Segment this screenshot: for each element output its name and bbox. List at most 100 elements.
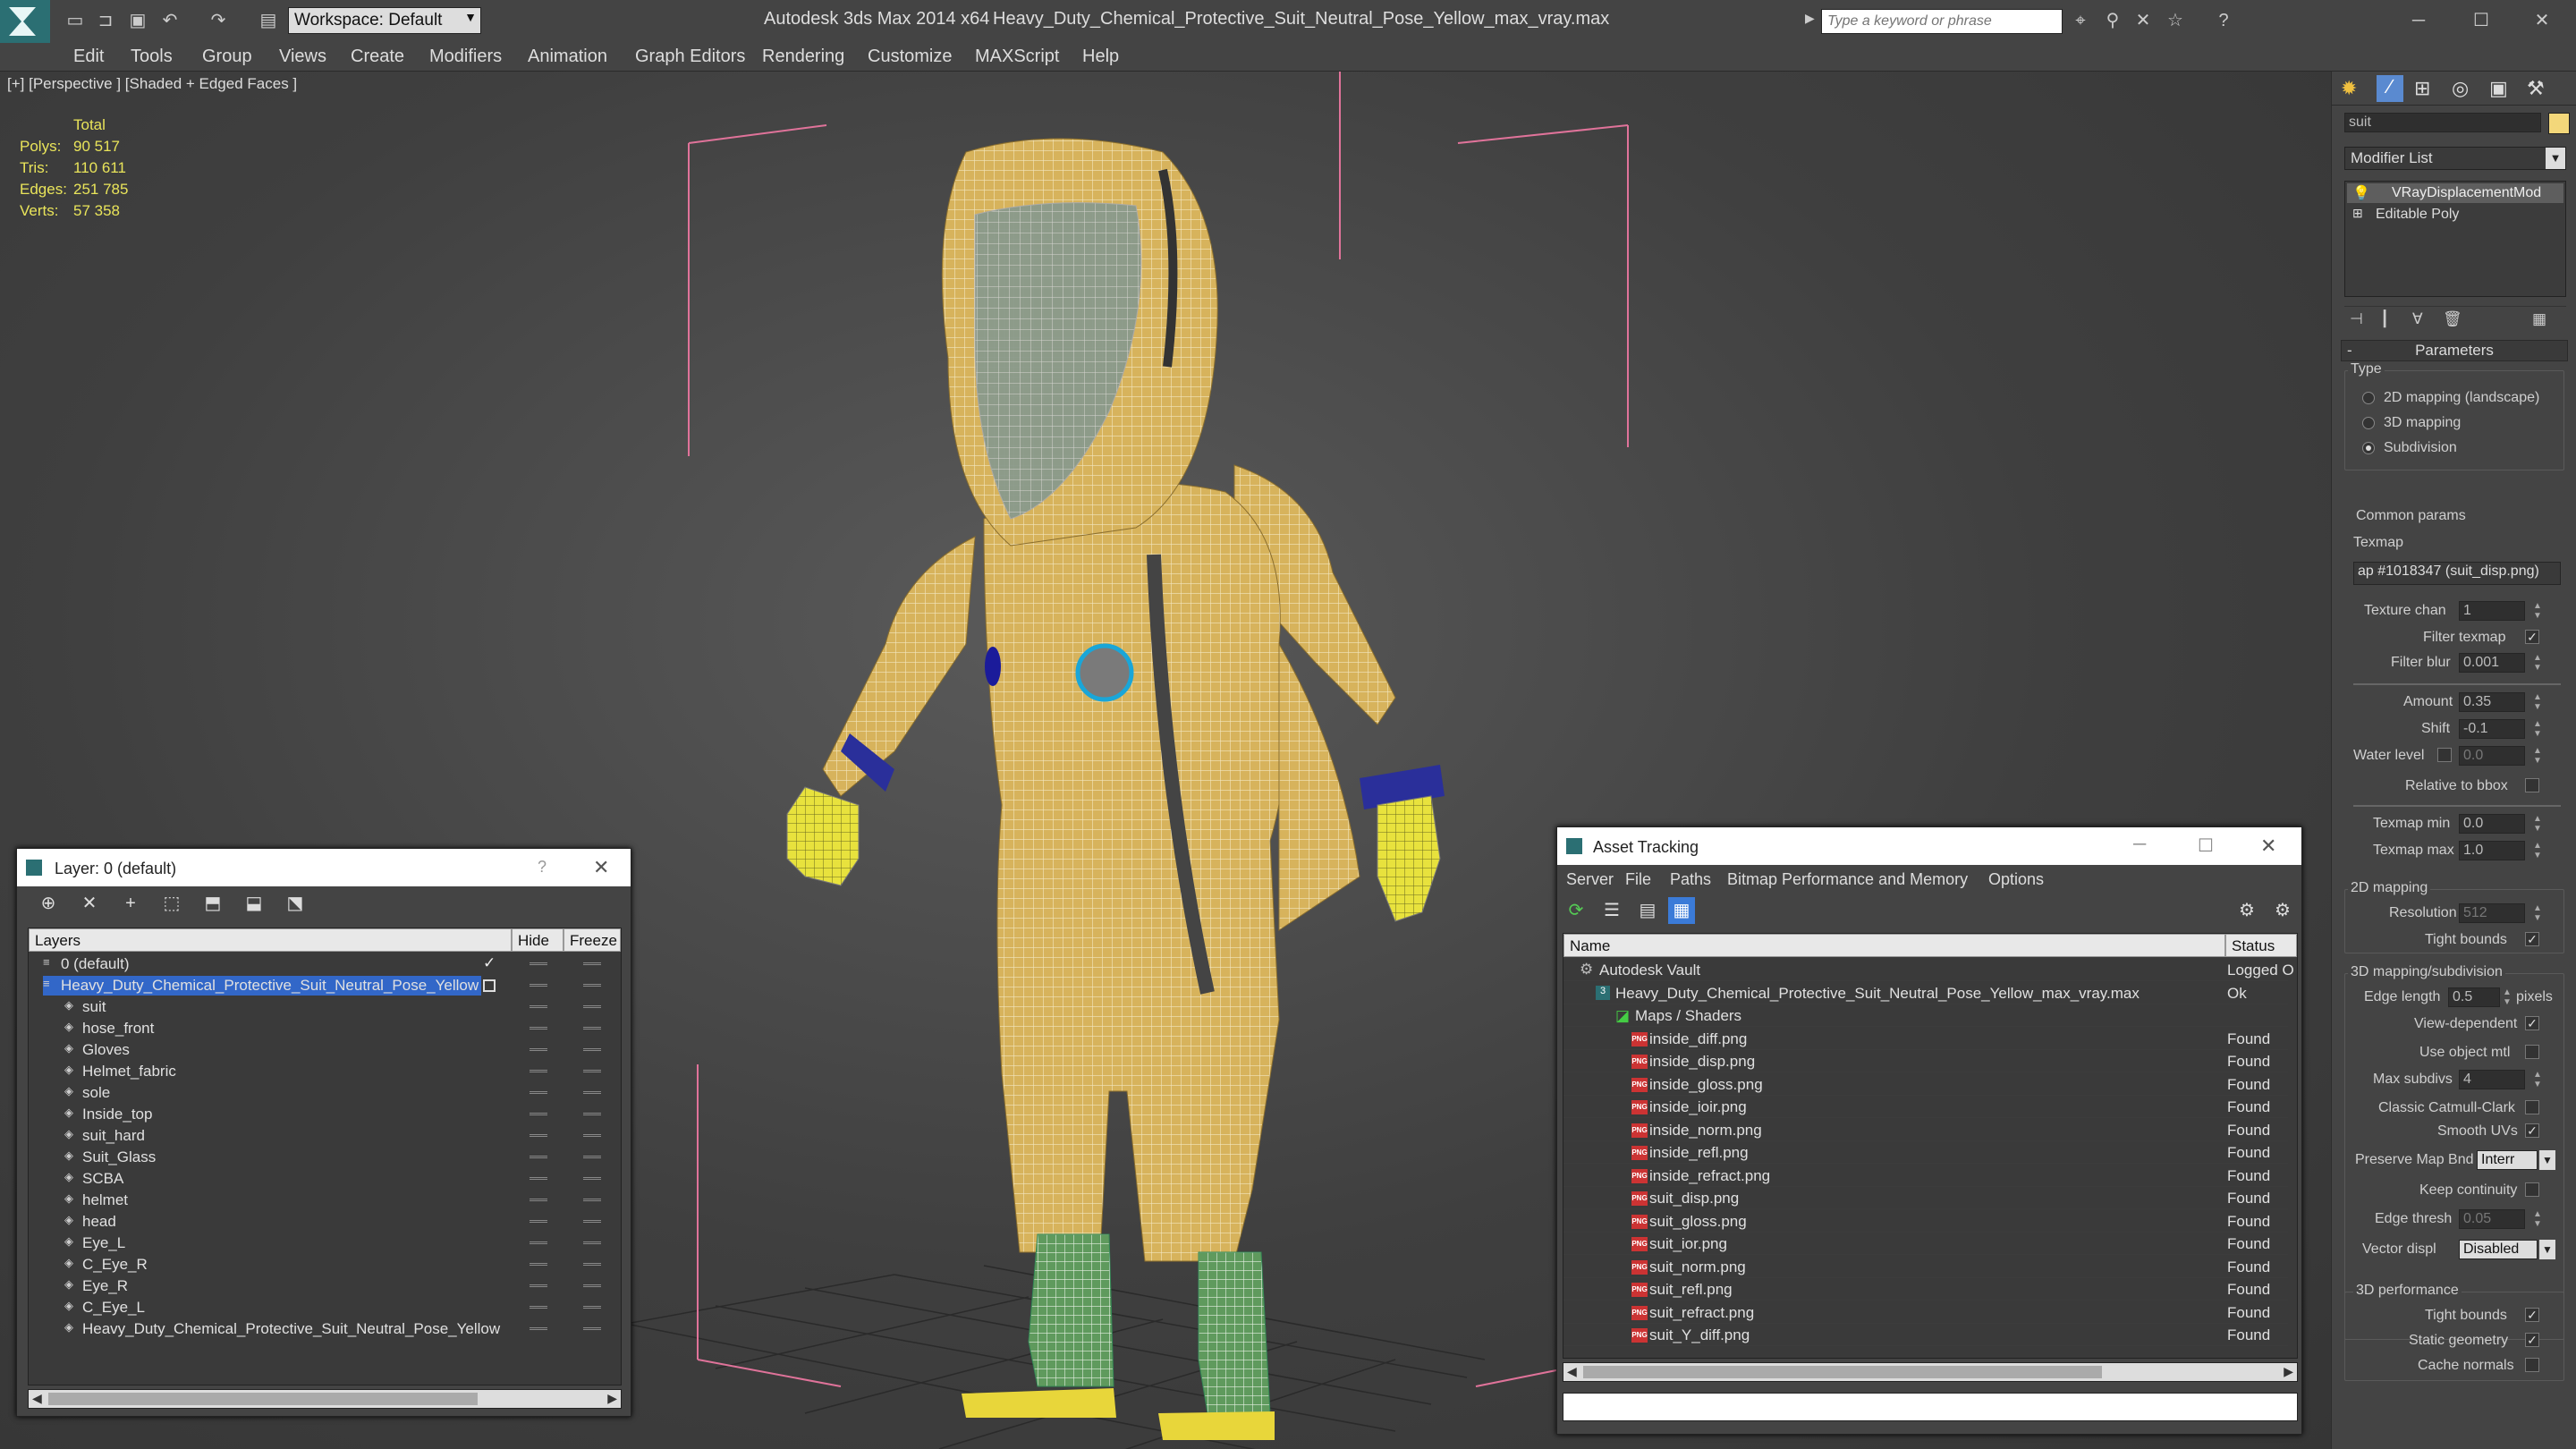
asset-window-titlebar[interactable]: Asset Tracking ─ ☐ ✕: [1557, 827, 2301, 865]
workspace-dropdown[interactable]: Workspace: Default ▼: [288, 7, 481, 34]
freeze-toggle[interactable]: [583, 1263, 601, 1266]
highlight-layer-icon[interactable]: ⬒: [199, 890, 226, 917]
hide-toggle[interactable]: [530, 1005, 547, 1008]
menu-help[interactable]: Help: [1082, 47, 1119, 67]
cache-normals-checkbox[interactable]: [2525, 1358, 2539, 1372]
create-layer-icon[interactable]: ⊕: [35, 890, 62, 917]
vector-displ-dropdown[interactable]: Disabled: [2459, 1240, 2538, 1259]
freeze-toggle[interactable]: [583, 1241, 601, 1244]
shift-field[interactable]: -0.1: [2459, 719, 2525, 739]
search-input[interactable]: [1821, 9, 2063, 34]
object-name-field[interactable]: suit: [2344, 113, 2541, 132]
motion-tab-icon[interactable]: ◎: [2452, 77, 2469, 100]
asset-row[interactable]: PNG suit_refl.png Found: [1563, 1278, 2288, 1301]
layer-row[interactable]: ◈ suit_hard: [29, 1125, 621, 1147]
freeze-toggle[interactable]: [583, 1048, 601, 1051]
view-dependent-checkbox[interactable]: ✓: [2525, 1016, 2539, 1030]
menu-animation[interactable]: Animation: [528, 47, 607, 67]
amount-field[interactable]: 0.35: [2459, 692, 2525, 712]
menu-edit[interactable]: Edit: [73, 47, 104, 67]
minimize-icon[interactable]: ─: [2133, 835, 2146, 855]
new-file-icon[interactable]: ▭: [64, 11, 86, 30]
max-subdivs-field[interactable]: 4: [2459, 1070, 2525, 1089]
hide-toggle[interactable]: [530, 1113, 547, 1115]
asset-menu-file[interactable]: File: [1625, 870, 1651, 889]
hide-toggle[interactable]: [530, 1220, 547, 1223]
edge-thresh-spinner[interactable]: ▲ ▼: [2532, 1209, 2543, 1229]
current-layer-check-icon[interactable]: ✓: [483, 954, 496, 972]
asset-row[interactable]: PNG suit_Y_diff.png Found: [1563, 1324, 2288, 1346]
freeze-toggle[interactable]: [583, 1091, 601, 1094]
water-level-spinner[interactable]: ▲ ▼: [2532, 746, 2543, 766]
asset-row[interactable]: PNG inside_refl.png Found: [1563, 1141, 2288, 1164]
asset-row[interactable]: PNG inside_diff.png Found: [1563, 1028, 2288, 1050]
asset-menu-server[interactable]: Server: [1566, 870, 1614, 889]
hide-toggle[interactable]: [530, 1241, 547, 1244]
freeze-toggle[interactable]: [583, 1284, 601, 1287]
freeze-toggle[interactable]: [583, 1027, 601, 1030]
filter-blur-field[interactable]: 0.001: [2459, 653, 2525, 673]
vault-login-icon[interactable]: ⚙: [2233, 897, 2260, 924]
texmap-max-field[interactable]: 1.0: [2459, 841, 2525, 860]
layer-row[interactable]: ≡ 0 (default) ✓: [29, 953, 621, 975]
radio-2d-mapping[interactable]: [2362, 392, 2375, 404]
relative-bbox-checkbox[interactable]: [2525, 778, 2539, 792]
menu-maxscript[interactable]: MAXScript: [975, 47, 1059, 67]
layer-row[interactable]: ◈ SCBA: [29, 1168, 621, 1190]
close-icon[interactable]: ✕: [2531, 11, 2553, 30]
object-color-swatch[interactable]: [2548, 113, 2570, 134]
freeze-toggle[interactable]: [583, 1306, 601, 1309]
hide-toggle[interactable]: [530, 962, 547, 965]
layer-row[interactable]: ◈ Inside_top: [29, 1104, 621, 1125]
app-logo[interactable]: [0, 0, 50, 43]
layer-hscrollbar[interactable]: ◀ ▶: [28, 1389, 622, 1409]
preserve-map-dropdown[interactable]: Interr: [2477, 1150, 2538, 1170]
freeze-toggle[interactable]: [583, 1113, 601, 1115]
layer-row[interactable]: ◈ helmet: [29, 1190, 621, 1211]
water-level-checkbox[interactable]: [2437, 748, 2452, 762]
freeze-toggle[interactable]: [583, 1199, 601, 1201]
smooth-uvs-checkbox[interactable]: ✓: [2525, 1123, 2539, 1138]
delete-layer-icon[interactable]: ✕: [76, 890, 103, 917]
hide-toggle[interactable]: [530, 1327, 547, 1330]
texmap-min-field[interactable]: 0.0: [2459, 814, 2525, 834]
current-layer-box-icon[interactable]: [483, 979, 496, 992]
hide-toggle[interactable]: [530, 1306, 547, 1309]
hierarchy-tab-icon[interactable]: ⊞: [2414, 77, 2430, 100]
hide-toggle[interactable]: [530, 984, 547, 987]
menu-modifiers[interactable]: Modifiers: [429, 47, 502, 67]
shift-spinner[interactable]: ▲ ▼: [2532, 719, 2543, 739]
asset-row[interactable]: ◪ Maps / Shaders: [1563, 1004, 2288, 1027]
remove-modifier-icon[interactable]: 🗑: [2443, 310, 2462, 328]
tight-bounds-2d-checkbox[interactable]: ✓: [2525, 932, 2539, 946]
hide-unhide-icon[interactable]: ⬓: [241, 890, 267, 917]
add-to-layer-icon[interactable]: +: [117, 890, 144, 917]
edge-length-field[interactable]: 0.5: [2448, 987, 2500, 1007]
undo-icon[interactable]: ↶: [159, 11, 181, 30]
help-icon[interactable]: ?: [2213, 11, 2234, 30]
parameters-rollout[interactable]: - Parameters: [2341, 340, 2568, 361]
layer-row[interactable]: ◈ C_Eye_L: [29, 1297, 621, 1318]
modifier-list-dropdown[interactable]: Modifier List ▼: [2344, 147, 2566, 170]
edge-thresh-field[interactable]: 0.05: [2459, 1209, 2525, 1229]
display-tab-icon[interactable]: ▣: [2489, 77, 2508, 100]
select-objects-icon[interactable]: ⬚: [158, 890, 185, 917]
hide-toggle[interactable]: [530, 1156, 547, 1158]
hide-toggle[interactable]: [530, 1070, 547, 1072]
layer-row[interactable]: ◈ sole: [29, 1082, 621, 1104]
classic-catmull-checkbox[interactable]: [2525, 1100, 2539, 1114]
freeze-unfreeze-icon[interactable]: ⬔: [282, 890, 309, 917]
menu-tools[interactable]: Tools: [131, 47, 173, 67]
col-header-hide[interactable]: Hide: [512, 928, 564, 952]
list-view-icon[interactable]: ☰: [1598, 897, 1625, 924]
layer-row[interactable]: ◈ head: [29, 1211, 621, 1233]
open-file-icon[interactable]: ⊐: [95, 11, 116, 30]
asset-row[interactable]: PNG inside_disp.png Found: [1563, 1050, 2288, 1072]
menu-group[interactable]: Group: [202, 47, 252, 67]
use-object-mtl-checkbox[interactable]: [2525, 1045, 2539, 1059]
asset-menu-options[interactable]: Options: [1988, 870, 2044, 889]
radio-3d-mapping[interactable]: [2362, 417, 2375, 429]
asset-row[interactable]: PNG inside_gloss.png Found: [1563, 1073, 2288, 1096]
scroll-right-icon[interactable]: ▶: [607, 1391, 617, 1406]
col-header-layers[interactable]: Layers: [29, 928, 512, 952]
